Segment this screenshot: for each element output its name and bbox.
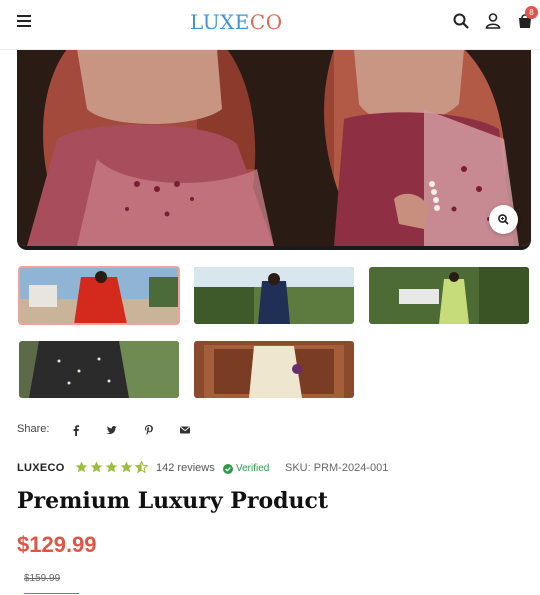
verified-label: Verified xyxy=(236,463,270,474)
current-price: $129.99 xyxy=(17,532,97,557)
twitter-icon[interactable] xyxy=(106,424,118,436)
main-image-left xyxy=(17,49,274,246)
rating-stars-icon xyxy=(75,461,149,474)
product-main-image[interactable] xyxy=(17,49,531,250)
verified-check-icon xyxy=(223,464,233,474)
price-divider xyxy=(24,593,79,594)
thumbnail-4[interactable] xyxy=(19,341,179,398)
thumbnail-3[interactable] xyxy=(369,267,529,324)
logo-part-1: LUXE xyxy=(190,10,250,34)
zoom-icon[interactable] xyxy=(489,205,518,234)
store-logo[interactable]: LUXECO xyxy=(190,10,283,34)
product-title: Premium Luxury Product xyxy=(17,488,329,514)
thumbnail-image xyxy=(19,341,179,398)
thumbnail-image xyxy=(19,267,179,324)
pinterest-icon[interactable] xyxy=(143,424,155,436)
thumbnail-image xyxy=(194,341,354,398)
review-count[interactable]: 142 reviews xyxy=(156,462,215,474)
thumbnail-5[interactable] xyxy=(194,341,354,398)
cart-count-badge: 8 xyxy=(525,6,538,19)
top-header: LUXECO 8 xyxy=(0,0,540,50)
search-icon[interactable] xyxy=(452,12,470,30)
thumbnail-2[interactable] xyxy=(194,267,354,324)
share-label: Share: xyxy=(17,423,50,435)
logo-part-2: CO xyxy=(249,10,283,34)
thumbnail-image xyxy=(194,267,354,324)
menu-icon[interactable] xyxy=(17,15,31,27)
user-icon[interactable] xyxy=(484,12,502,30)
original-price: $159.99 xyxy=(24,573,61,584)
facebook-icon[interactable] xyxy=(70,424,82,436)
thumbnail-image xyxy=(369,267,529,324)
thumbnail-1[interactable] xyxy=(18,266,180,325)
brand-name[interactable]: LUXECO xyxy=(17,462,65,474)
email-icon[interactable] xyxy=(179,424,191,436)
sku-label: SKU: PRM-2024-001 xyxy=(285,462,389,474)
